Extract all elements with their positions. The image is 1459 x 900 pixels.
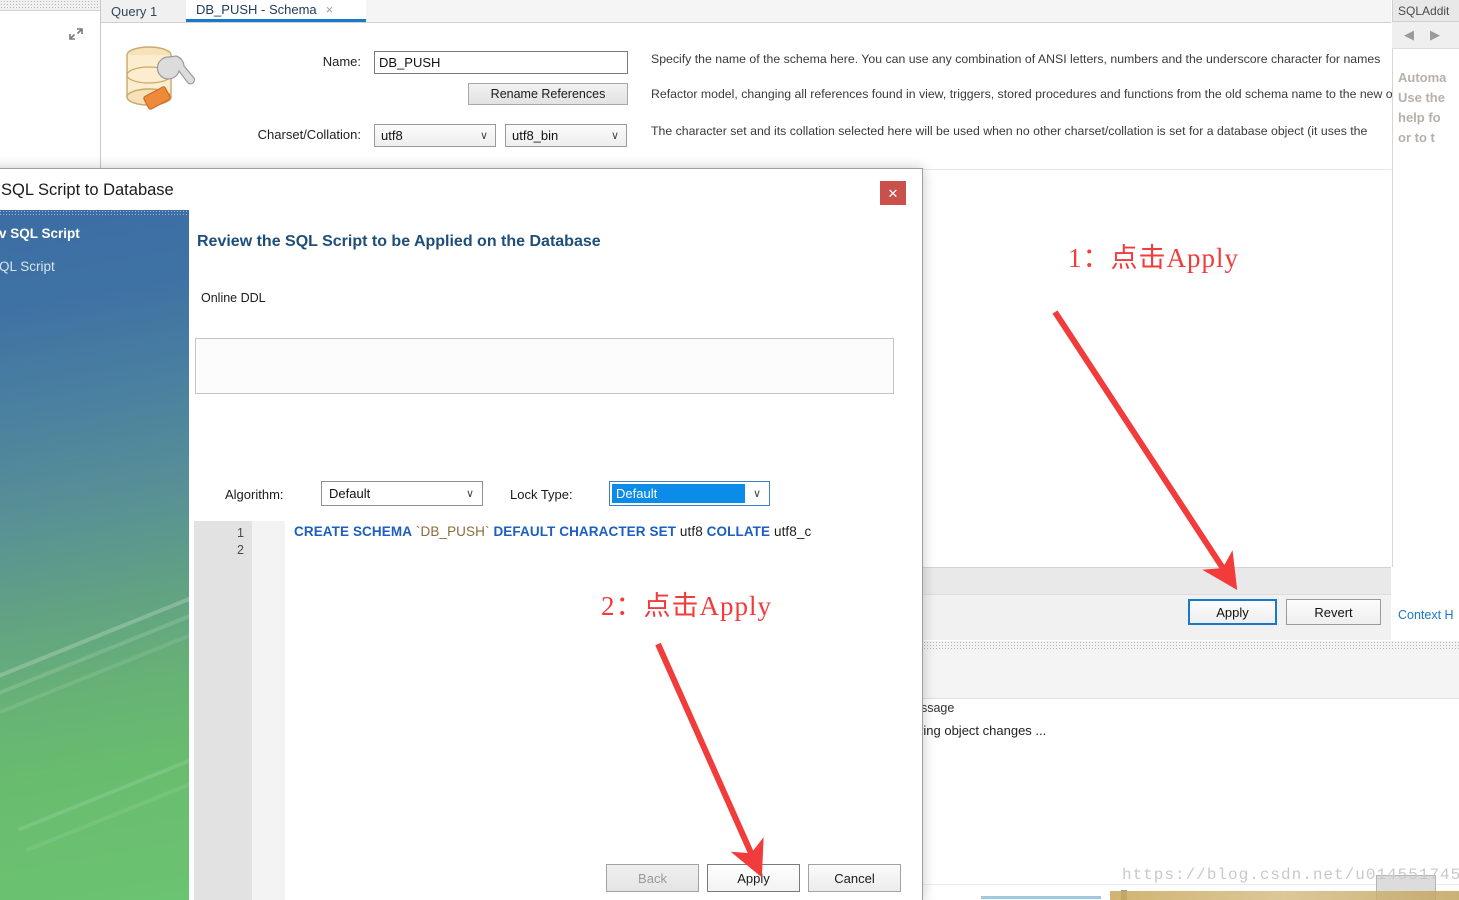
chevron-down-icon: ∨ xyxy=(465,488,475,500)
panel-splitter[interactable] xyxy=(920,641,1459,650)
chevron-down-icon: ∨ xyxy=(610,130,620,142)
dialog-heading: Review the SQL Script to be Applied on t… xyxy=(197,233,601,250)
schema-editor-form: Name: Rename References Charset/Collatio… xyxy=(101,23,1410,169)
decorative-gold-bar xyxy=(1110,891,1459,900)
online-ddl-groupbox xyxy=(195,338,894,394)
editor-spacer-strip xyxy=(920,567,1391,595)
wizard-step-sidebar: v SQL Script QL Script xyxy=(0,210,189,900)
apply-sql-script-dialog: SQL Script to Database ✕ v SQL Script QL… xyxy=(0,168,923,900)
name-help-text: Specify the name of the schema here. You… xyxy=(651,52,1381,66)
wizard-step-review-sql-script: v SQL Script xyxy=(0,226,80,241)
sql-script-editor[interactable]: CREATE SCHEMA `DB_PUSH` DEFAULT CHARACTE… xyxy=(294,524,811,539)
dialog-apply-button[interactable]: Apply xyxy=(707,864,800,892)
charset-help-text: The character set and its collation sele… xyxy=(651,124,1368,138)
rename-references-button[interactable]: Rename References xyxy=(468,83,628,105)
name-label: Name: xyxy=(322,54,361,69)
line-number: 1 xyxy=(237,526,244,540)
expand-icon[interactable] xyxy=(68,26,84,42)
sql-token-keyword: CREATE SCHEMA xyxy=(294,524,413,539)
sql-line-number-gutter: 1 2 xyxy=(194,521,253,900)
tab-db-push-schema[interactable]: DB_PUSH - Schema × xyxy=(186,0,366,22)
sql-token-keyword: COLLATE xyxy=(706,524,771,539)
charset-value: utf8 xyxy=(381,128,403,143)
collation-select[interactable]: utf8_bin ∨ xyxy=(505,124,627,147)
online-ddl-legend: Online DDL xyxy=(197,291,270,305)
context-help-link[interactable]: Context H xyxy=(1398,608,1454,622)
tab-label: Query 1 xyxy=(111,3,158,19)
help-pane-text: Automa Use the help fo or to t xyxy=(1398,70,1447,145)
dotted-grip-strip[interactable] xyxy=(0,0,100,11)
forward-arrow-icon[interactable]: ▶ xyxy=(1430,27,1440,43)
sql-gutter-padding xyxy=(252,521,285,900)
editor-tab-bar: Query 1 DB_PUSH - Schema × xyxy=(101,0,1391,23)
dialog-cancel-button[interactable]: Cancel xyxy=(808,864,901,892)
algorithm-label: Algorithm: xyxy=(225,487,284,502)
dialog-titlebar: SQL Script to Database ✕ xyxy=(0,169,922,215)
schema-name-input[interactable] xyxy=(374,51,628,74)
sql-token-value: utf8_c xyxy=(770,524,812,539)
tab-label: SQLAddit xyxy=(1398,3,1450,18)
algorithm-value: Default xyxy=(329,486,371,501)
log-row: lying object changes ... xyxy=(914,723,1047,738)
rename-help-text: Refactor model, changing all references … xyxy=(651,87,1410,101)
output-log-header xyxy=(920,650,1459,699)
close-icon[interactable]: × xyxy=(326,2,334,17)
annotation-step-1-label: 1：点击Apply xyxy=(1068,243,1239,273)
chevron-down-icon: ∨ xyxy=(479,130,489,142)
annotation-step-2-label: 2：点击Apply xyxy=(601,591,772,621)
watermark: https://blog.csdn.net/u014551745 xyxy=(1122,866,1459,884)
charset-collation-label: Charset/Collation: xyxy=(257,127,361,142)
tab-label: DB_PUSH - Schema xyxy=(196,2,317,17)
back-arrow-icon[interactable]: ◀ xyxy=(1404,27,1414,43)
chevron-down-icon: ∨ xyxy=(752,488,762,500)
editor-revert-button[interactable]: Revert xyxy=(1286,599,1381,625)
dialog-title: SQL Script to Database xyxy=(1,181,174,199)
sql-token-value: utf8 xyxy=(676,524,707,539)
lock-type-value: Default xyxy=(612,484,745,503)
close-icon[interactable]: ✕ xyxy=(880,181,906,205)
help-navigation-bar: ◀ ▶ xyxy=(1392,22,1459,49)
schema-database-icon xyxy=(119,39,199,117)
sidebar-dot-strip xyxy=(0,210,189,217)
line-number: 2 xyxy=(237,543,244,557)
partial-widget-5 xyxy=(981,896,1101,899)
editor-apply-button[interactable]: Apply xyxy=(1188,599,1277,625)
tab-query-1[interactable]: Query 1 xyxy=(101,0,186,22)
collation-value: utf8_bin xyxy=(512,128,559,143)
tab-sql-additions[interactable]: SQLAddit xyxy=(1392,0,1459,22)
algorithm-select[interactable]: Default ∨ xyxy=(321,481,483,506)
sql-token-keyword: DEFAULT CHARACTER SET xyxy=(493,524,677,539)
lock-type-select[interactable]: Default ∨ xyxy=(609,481,770,506)
wizard-step-apply-sql-script: QL Script xyxy=(0,259,55,274)
lock-type-label: Lock Type: xyxy=(510,487,573,502)
charset-select[interactable]: utf8 ∨ xyxy=(374,124,496,147)
sql-token-identifier: `DB_PUSH` xyxy=(412,524,494,539)
screenshot-root: Query 1 DB_PUSH - Schema × SQLAddit Name… xyxy=(0,0,1459,900)
dialog-body: Review the SQL Script to be Applied on t… xyxy=(189,210,922,900)
dialog-back-button[interactable]: Back xyxy=(606,864,699,892)
